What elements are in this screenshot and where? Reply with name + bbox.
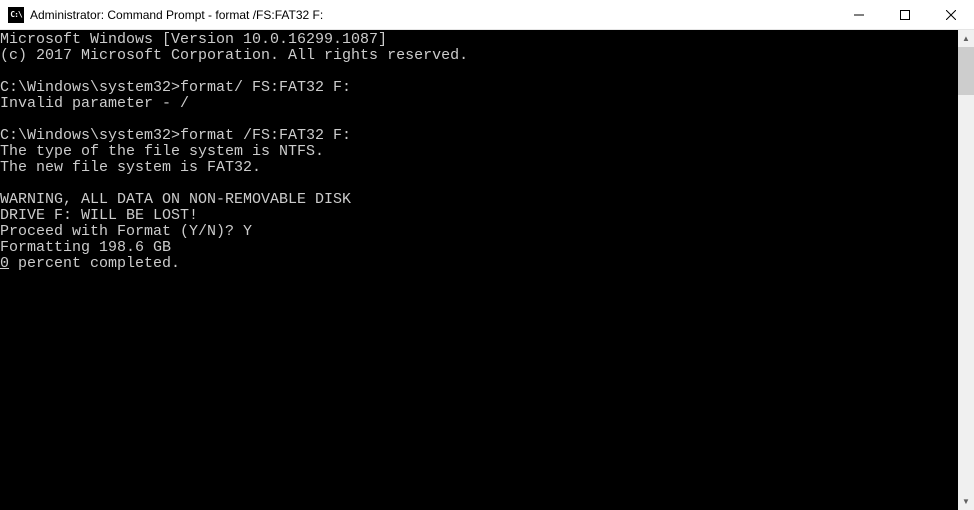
maximize-icon (900, 10, 910, 20)
scroll-down-button[interactable]: ▼ (958, 493, 974, 510)
maximize-button[interactable] (882, 0, 928, 29)
scroll-up-button[interactable]: ▲ (958, 30, 974, 47)
client-area: Microsoft Windows [Version 10.0.16299.10… (0, 30, 974, 510)
minimize-icon (854, 10, 864, 20)
scroll-thumb[interactable] (958, 47, 974, 95)
scroll-track[interactable] (958, 47, 974, 493)
vertical-scrollbar[interactable]: ▲ ▼ (958, 30, 974, 510)
window-title: Administrator: Command Prompt - format /… (30, 8, 323, 22)
close-button[interactable] (928, 0, 974, 29)
minimize-button[interactable] (836, 0, 882, 29)
cmd-icon: C:\ (8, 7, 24, 23)
window-controls (836, 0, 974, 29)
titlebar[interactable]: C:\ Administrator: Command Prompt - form… (0, 0, 974, 30)
console-output[interactable]: Microsoft Windows [Version 10.0.16299.10… (0, 30, 958, 510)
close-icon (946, 10, 956, 20)
